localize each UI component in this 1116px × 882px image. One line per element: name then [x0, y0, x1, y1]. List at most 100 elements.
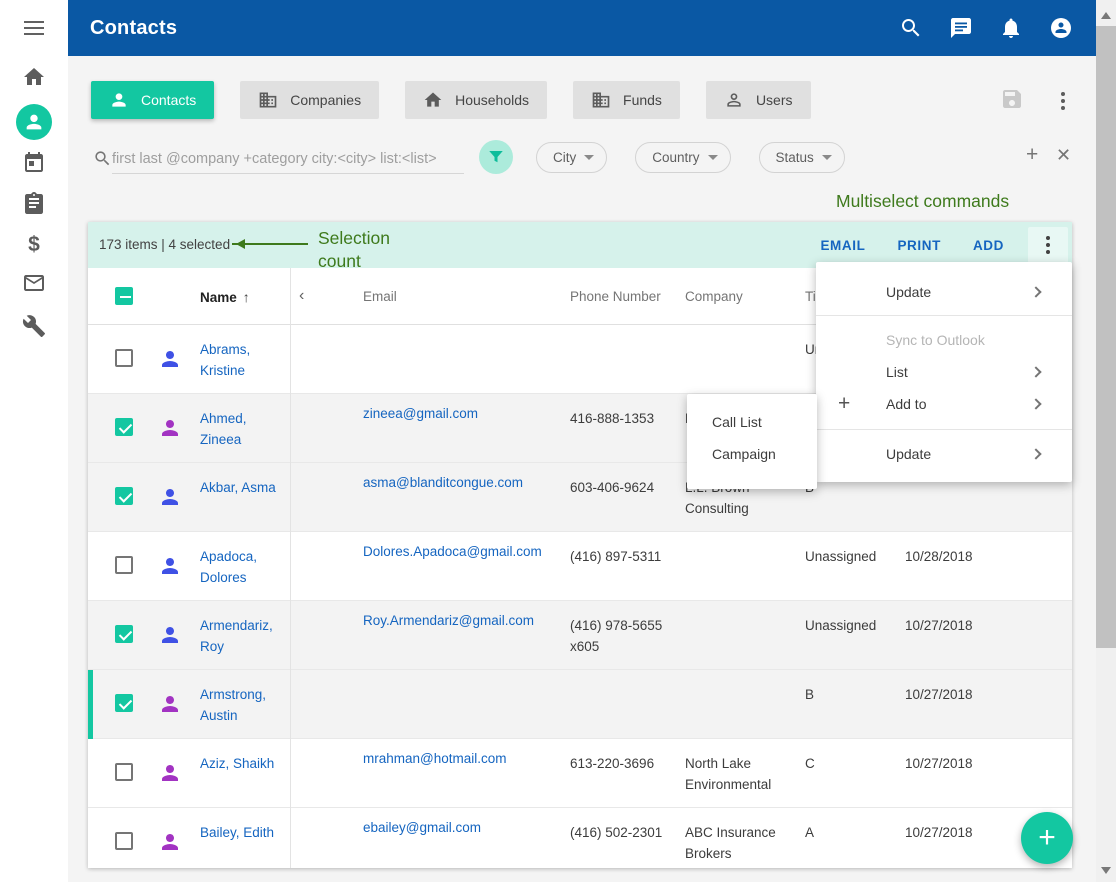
contact-email-link[interactable]: ebailey@gmail.com — [363, 817, 558, 838]
submenu-item-campaign[interactable]: Campaign — [687, 438, 817, 470]
row-checkbox[interactable] — [115, 763, 133, 781]
contact-email-link[interactable]: mrahman@hotmail.com — [363, 748, 558, 769]
building-icon — [258, 90, 278, 110]
print-button[interactable]: PRINT — [897, 238, 941, 253]
filter-funnel-icon[interactable] — [479, 140, 513, 174]
filter-chip-country[interactable]: Country — [635, 142, 730, 173]
sidebar-item-mail[interactable] — [0, 263, 68, 303]
menu-divider — [816, 315, 1072, 316]
menu-item-sync-to-outlook: Sync to Outlook — [816, 324, 1072, 356]
contact-name-link[interactable]: Armstrong, Austin — [200, 684, 288, 726]
row-checkbox[interactable] — [115, 556, 133, 574]
contact-avatar-icon — [158, 761, 182, 785]
table-row[interactable]: Bailey, Edith ebailey@gmail.com (416) 50… — [88, 808, 1072, 868]
search-input[interactable] — [112, 144, 464, 174]
tab-funds[interactable]: Funds — [573, 81, 680, 119]
contact-name-link[interactable]: Bailey, Edith — [200, 822, 288, 843]
column-header-email[interactable]: Email — [363, 289, 397, 304]
menu-item-update-top[interactable]: Update — [816, 276, 1072, 308]
contact-phone: (416) 897-5311 — [570, 546, 670, 567]
tab-households[interactable]: Households — [405, 81, 547, 119]
contact-phone: 613-220-3696 — [570, 753, 670, 774]
row-checkbox[interactable] — [115, 832, 133, 850]
calendar-icon — [22, 151, 46, 175]
page-title: Contacts — [90, 17, 177, 40]
column-header-phone[interactable]: Phone Number — [570, 289, 661, 304]
scroll-down-arrow-icon[interactable] — [1101, 867, 1111, 874]
contact-email-link[interactable]: zineea@gmail.com — [363, 403, 558, 424]
app-bar: Contacts — [68, 0, 1096, 56]
save-search-icon[interactable] — [1000, 87, 1024, 114]
add-button[interactable]: ADD — [973, 238, 1004, 253]
annotation-arrow — [232, 243, 308, 245]
contact-name-link[interactable]: Akbar, Asma — [200, 477, 288, 498]
contact-name-link[interactable]: Apadoca, Dolores — [200, 546, 288, 588]
sidebar-item-calendar[interactable] — [0, 143, 68, 183]
contact-name-link[interactable]: Aziz, Shaikh — [200, 753, 288, 774]
search-icon[interactable] — [899, 16, 923, 40]
filter-chip-status[interactable]: Status — [759, 142, 845, 173]
table-row[interactable]: Armstrong, Austin B 10/27/2018 — [88, 670, 1072, 739]
row-checkbox[interactable] — [115, 487, 133, 505]
table-row[interactable]: Armendariz, Roy Roy.Armendariz@gmail.com… — [88, 601, 1072, 670]
notifications-bell-icon[interactable] — [999, 16, 1023, 40]
tab-users[interactable]: Users — [706, 81, 811, 119]
account-avatar-icon[interactable] — [1049, 16, 1073, 40]
contact-date: 10/27/2018 — [905, 615, 997, 636]
sidebar-item-donations[interactable]: $ — [0, 225, 68, 265]
filter-chips: City Country Status — [536, 142, 845, 173]
clear-filters-icon[interactable]: ✕ — [1056, 146, 1071, 164]
sidebar-item-tasks[interactable] — [0, 183, 68, 223]
house-icon — [423, 90, 443, 110]
contact-email-link[interactable]: Roy.Armendariz@gmail.com — [363, 610, 558, 631]
contact-tier: A — [805, 822, 900, 843]
chevron-down-icon — [822, 155, 832, 160]
contact-email-link[interactable]: asma@blanditcongue.com — [363, 472, 558, 493]
scroll-up-arrow-icon[interactable] — [1101, 12, 1111, 19]
sidebar-item-tools[interactable] — [0, 306, 68, 346]
contact-name-link[interactable]: Armendariz, Roy — [200, 615, 288, 657]
table-row[interactable]: Apadoca, Dolores Dolores.Apadoca@gmail.c… — [88, 532, 1072, 601]
table-row[interactable]: Aziz, Shaikh mrahman@hotmail.com 613-220… — [88, 739, 1072, 808]
contact-name-link[interactable]: Abrams, Kristine — [200, 339, 288, 381]
chip-label: Status — [776, 150, 814, 165]
tab-contacts[interactable]: Contacts — [91, 81, 214, 119]
email-button[interactable]: EMAIL — [820, 238, 865, 253]
add-filter-icon[interactable]: + — [1026, 144, 1038, 165]
submenu-item-call-list[interactable]: Call List — [687, 406, 817, 438]
contact-avatar-icon — [158, 347, 182, 371]
row-checkbox[interactable] — [115, 694, 133, 712]
contact-avatar-icon — [158, 692, 182, 716]
screen: $ Contacts — [0, 0, 1116, 882]
multiselect-overflow-menu-icon[interactable] — [1028, 227, 1068, 263]
chevron-right-icon — [1030, 448, 1041, 459]
hamburger-menu-icon[interactable] — [0, 8, 68, 48]
contact-email-link[interactable]: Dolores.Apadoca@gmail.com — [363, 541, 558, 562]
vertical-scrollbar — [1096, 0, 1116, 882]
sidebar-item-contacts[interactable] — [0, 100, 68, 144]
filter-chip-city[interactable]: City — [536, 142, 607, 173]
chat-icon[interactable] — [949, 16, 973, 40]
tab-companies[interactable]: Companies — [240, 81, 379, 119]
mail-icon — [22, 271, 46, 295]
menu-item-list[interactable]: List — [816, 356, 1072, 388]
person-outline-icon — [724, 90, 744, 110]
row-checkbox[interactable] — [115, 625, 133, 643]
contact-phone: 603-406-9624 — [570, 477, 670, 498]
tabs-overflow-menu-icon[interactable] — [1057, 88, 1069, 114]
menu-item-update-bottom[interactable]: Update — [816, 438, 1072, 470]
add-contact-fab[interactable]: + — [1021, 812, 1073, 864]
multiselect-menu: Update Sync to Outlook List + Add to Upd… — [816, 262, 1072, 482]
scrollbar-thumb[interactable] — [1096, 26, 1116, 648]
column-header-company[interactable]: Company — [685, 289, 743, 304]
contact-name-link[interactable]: Ahmed, Zineea — [200, 408, 288, 450]
row-checkbox[interactable] — [115, 418, 133, 436]
column-header-name[interactable]: Name↑ — [200, 289, 250, 305]
search-field-icon — [93, 149, 112, 173]
tab-label: Funds — [623, 92, 662, 108]
select-all-checkbox[interactable] — [115, 287, 133, 305]
collapse-column-chevron-icon[interactable]: ‹ — [299, 287, 304, 305]
row-checkbox[interactable] — [115, 349, 133, 367]
sidebar-item-home[interactable] — [0, 57, 68, 97]
menu-item-add-to[interactable]: + Add to — [816, 388, 1072, 420]
